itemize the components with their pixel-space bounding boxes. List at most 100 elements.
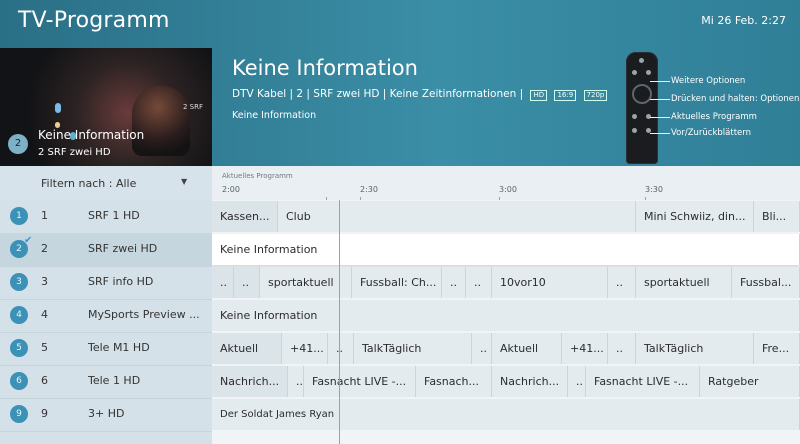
program-info-panel: Keine Information DTV Kabel | 2 | SRF zw… xyxy=(212,48,800,166)
program-cell[interactable]: .. xyxy=(568,366,586,397)
remote-button-icon xyxy=(646,70,651,75)
hint-hold-options: Drücken und halten: Optionen xyxy=(671,94,800,104)
program-cell[interactable]: Fasnacht LIVE -... xyxy=(304,366,416,397)
program-cell[interactable]: +41... xyxy=(282,333,328,364)
channel-name: SRF info HD xyxy=(88,275,154,288)
program-cell[interactable]: Fasnach... xyxy=(416,366,492,397)
program-cell[interactable]: Fasnacht LIVE -... xyxy=(586,366,700,397)
program-cell[interactable]: Keine Information xyxy=(212,300,800,331)
channel-logo: 2 SRF xyxy=(183,103,204,111)
dpad-icon xyxy=(632,84,652,104)
program-description: Keine Information xyxy=(232,110,317,121)
now-label: Aktuelles Programm xyxy=(222,172,293,180)
program-cell[interactable]: 10vor10 xyxy=(492,267,608,298)
program-cell[interactable]: TalkTäglich xyxy=(636,333,754,364)
program-cell[interactable]: .. xyxy=(466,267,492,298)
preview-figure xyxy=(132,86,190,156)
power-button-icon xyxy=(639,58,644,63)
time-label: 2:00 xyxy=(222,185,240,194)
program-cell[interactable]: .. xyxy=(234,267,260,298)
channel-badge: 3 xyxy=(10,273,28,291)
program-cell[interactable]: +41... xyxy=(562,333,608,364)
program-cell[interactable]: Fre... xyxy=(754,333,800,364)
aspect-tag: 16:9 xyxy=(554,90,577,101)
channel-number: 1 xyxy=(41,209,48,222)
program-cell[interactable]: Kassen... xyxy=(212,201,278,232)
channel-row[interactable]: 3 3 SRF info HD xyxy=(0,266,212,300)
channel-badge: 5 xyxy=(10,339,28,357)
program-cell[interactable]: Bli... xyxy=(754,201,800,232)
hd-tag: HD xyxy=(530,90,548,101)
channel-name: Tele M1 HD xyxy=(88,341,150,354)
program-cell[interactable]: Nachrich... xyxy=(212,366,288,397)
channel-row-selected[interactable]: 2 ✔ 2 SRF zwei HD xyxy=(0,233,212,267)
program-cell[interactable]: Der Soldat James Ryan xyxy=(212,399,800,430)
top-bar: TV-Programm Mi 26 Feb. 2:27 xyxy=(0,0,800,48)
channel-name: 3+ HD xyxy=(88,407,125,420)
program-cell[interactable]: .. xyxy=(328,333,354,364)
hint-current-program: Aktuelles Programm xyxy=(671,112,757,122)
timeline-header: Aktuelles Programm 2:00 2:30 3:00 3:30 xyxy=(212,166,800,200)
preview-subtitle: 2 SRF zwei HD xyxy=(38,147,111,158)
program-cell-selected[interactable]: Keine Information xyxy=(212,234,800,265)
channel-row[interactable]: 5 5 Tele M1 HD xyxy=(0,332,212,366)
channel-badge: 6 xyxy=(10,372,28,390)
channel-list: 1 1 SRF 1 HD 2 ✔ 2 SRF zwei HD 3 3 SRF i… xyxy=(0,200,212,444)
guide-grid: Filtern nach : Alle ▼ Aktuelles Programm… xyxy=(0,166,800,444)
hint-line xyxy=(650,133,670,134)
program-cell[interactable]: .. xyxy=(608,267,636,298)
program-cell[interactable]: Fussbal... xyxy=(732,267,800,298)
program-cell[interactable]: .. xyxy=(472,333,492,364)
program-cell[interactable]: Ratgeber xyxy=(700,366,800,397)
clock: Mi 26 Feb. 2:27 xyxy=(701,14,786,27)
time-label: 3:30 xyxy=(645,185,663,194)
preview-title: Keine Information xyxy=(38,128,145,142)
check-icon: ✔ xyxy=(24,235,33,246)
program-grid: Kassen... Club Mini Schwiiz, din... Bli.… xyxy=(212,200,800,444)
channel-name: SRF zwei HD xyxy=(88,242,158,255)
channel-row[interactable]: 1 1 SRF 1 HD xyxy=(0,200,212,234)
resolution-tag: 720p xyxy=(583,90,608,101)
program-cell[interactable]: Aktuell xyxy=(212,333,282,364)
program-cell[interactable]: Aktuell xyxy=(492,333,562,364)
channel-badge: 9 xyxy=(10,405,28,423)
program-row: Nachrich... .. Fasnacht LIVE -... Fasnac… xyxy=(212,365,800,398)
program-cell[interactable]: .. xyxy=(212,267,234,298)
program-meta-text: DTV Kabel | 2 | SRF zwei HD | Keine Zeit… xyxy=(232,88,524,100)
hint-line xyxy=(650,117,670,118)
program-row: Kassen... Club Mini Schwiiz, din... Bli.… xyxy=(212,200,800,233)
program-row: Der Soldat James Ryan xyxy=(212,398,800,431)
program-cell[interactable]: Mini Schwiiz, din... xyxy=(636,201,754,232)
program-cell[interactable]: sportaktuell xyxy=(636,267,732,298)
channel-row[interactable]: 4 4 MySports Preview ... xyxy=(0,299,212,333)
channel-badge: 4 xyxy=(10,306,28,324)
preview-light xyxy=(55,103,61,113)
hint-line xyxy=(650,81,670,82)
hint-more-options: Weitere Optionen xyxy=(671,76,746,86)
program-title: Keine Information xyxy=(232,56,418,80)
current-time-line xyxy=(339,200,340,444)
channel-number: 2 xyxy=(41,242,48,255)
program-cell[interactable]: Nachrich... xyxy=(492,366,568,397)
filter-label: Filtern nach : Alle xyxy=(41,177,137,190)
program-cell[interactable]: .. xyxy=(442,267,466,298)
program-cell[interactable]: .. xyxy=(288,366,304,397)
channel-row[interactable]: 9 9 3+ HD xyxy=(0,398,212,432)
program-row: Keine Information xyxy=(212,299,800,332)
channel-number: 5 xyxy=(41,341,48,354)
back-button-icon xyxy=(632,114,637,119)
channel-name: MySports Preview ... xyxy=(88,308,200,321)
program-cell[interactable]: TalkTäglich xyxy=(354,333,472,364)
preview-channel-badge: 2 xyxy=(8,134,28,154)
program-cell[interactable]: .. xyxy=(608,333,636,364)
channel-number: 6 xyxy=(41,374,48,387)
program-cell[interactable]: Club xyxy=(278,201,636,232)
program-cell[interactable]: Fussball: Ch... xyxy=(352,267,442,298)
channel-number: 3 xyxy=(41,275,48,288)
remote-button-icon xyxy=(632,70,637,75)
channel-row[interactable]: 6 6 Tele 1 HD xyxy=(0,365,212,399)
program-row: Keine Information xyxy=(212,233,800,266)
chevron-down-icon: ▼ xyxy=(181,177,188,186)
hint-page-scroll: Vor/Zurückblättern xyxy=(671,128,751,138)
filter-dropdown[interactable]: Filtern nach : Alle ▼ xyxy=(0,166,212,200)
